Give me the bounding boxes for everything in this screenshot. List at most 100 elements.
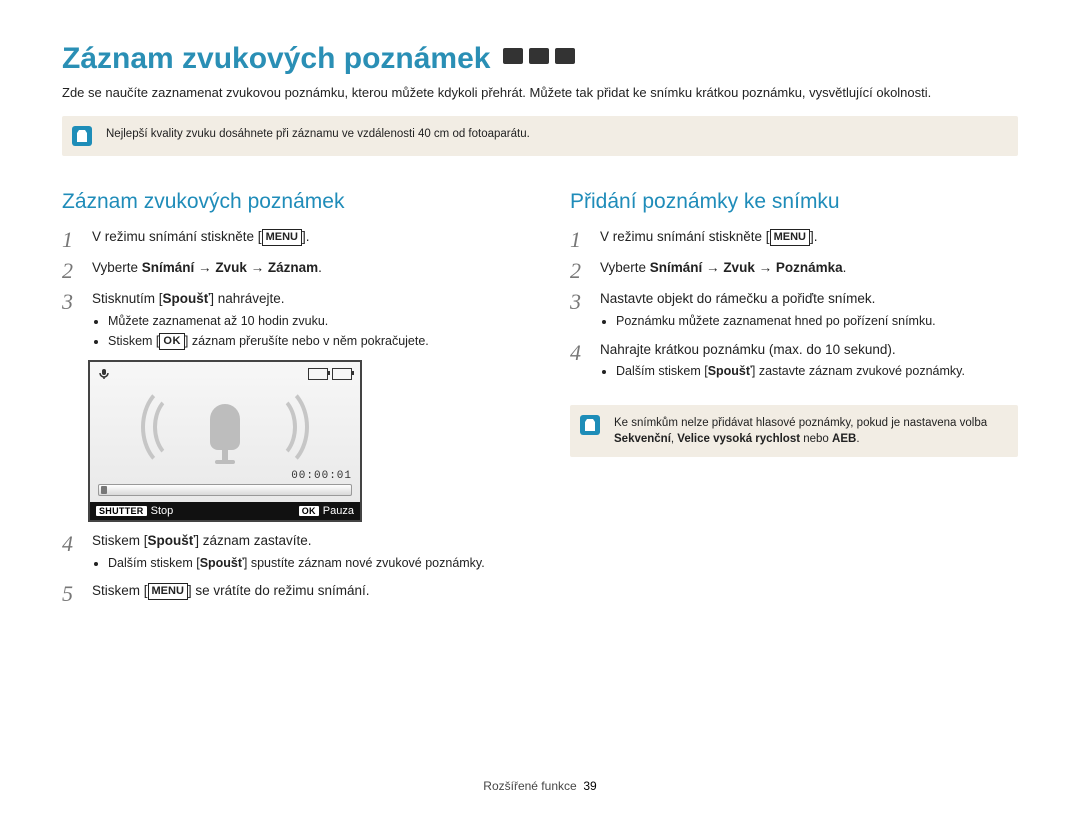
- pause-control: OK Pauza: [299, 505, 354, 517]
- mic-indicator-icon: [98, 368, 110, 380]
- bullet-list: Dalším stiskem [Spoušť] spustíte záznam …: [92, 555, 510, 573]
- left-step-3: 3 Stisknutím [Spoušť] nahrávejte. Můžete…: [62, 290, 510, 352]
- text: ] nahrávejte.: [210, 291, 284, 306]
- list-item: Dalším stiskem [Spoušť] spustíte záznam …: [108, 555, 510, 573]
- menu-path: Zvuk: [215, 260, 247, 275]
- right-step-4: 4 Nahrajte krátkou poznámku (max. do 10 …: [570, 341, 1018, 383]
- text: Dalším stiskem [: [108, 556, 200, 570]
- menu-path: Snímání: [142, 260, 195, 275]
- shutter-key-icon: SHUTTER: [96, 506, 147, 516]
- left-step-5: 5 Stiskem [MENU] se vrátíte do režimu sn…: [62, 582, 510, 605]
- progress-bar: [98, 484, 352, 496]
- top-note: Nejlepší kvality zvuku dosáhnete při záz…: [62, 116, 1018, 156]
- page-footer: Rozšířené funkce 39: [0, 779, 1080, 793]
- text: Dalším stiskem [: [616, 364, 708, 378]
- step-body: V režimu snímání stiskněte [MENU].: [600, 228, 1018, 251]
- text: ] se vrátíte do režimu snímání.: [188, 583, 370, 598]
- text: ] záznam zastavíte.: [195, 533, 311, 548]
- list-item: Můžete zaznamenat až 10 hodin zvuku.: [108, 313, 510, 331]
- text: Nahrajte krátkou poznámku (max. do 10 se…: [600, 342, 896, 357]
- right-step-2: 2 Vyberte Snímání → Zvuk → Poznámka.: [570, 259, 1018, 282]
- step-number: 3: [62, 290, 80, 352]
- recorder-screen: 00:00:01: [90, 362, 360, 502]
- list-item: Dalším stiskem [Spoušť] zastavte záznam …: [616, 363, 1018, 381]
- right-step-3: 3 Nastavte objekt do rámečku a pořiďte s…: [570, 290, 1018, 332]
- menu-button: MENU: [262, 229, 302, 246]
- menu-path: Poznámka: [776, 260, 843, 275]
- text: .: [856, 433, 859, 445]
- text: Stisknutím [: [92, 291, 163, 306]
- list-item: Poznámku můžete zaznamenat hned po poříz…: [616, 313, 1018, 331]
- step-number: 1: [62, 228, 80, 251]
- page-title: Záznam zvukových poznámek: [62, 42, 490, 76]
- progress-area: 00:00:01: [98, 470, 352, 496]
- text: V režimu snímání stiskněte [: [600, 229, 770, 244]
- text: Vyberte: [92, 260, 142, 275]
- step-number: 2: [62, 259, 80, 282]
- manual-page: Záznam zvukových poznámek Zde se naučíte…: [0, 0, 1080, 815]
- text: Stiskem [: [92, 533, 148, 548]
- dual-mode-icon: [529, 48, 549, 64]
- step-number: 5: [62, 582, 80, 605]
- microphone-graphic: [135, 387, 315, 467]
- step-number: 1: [570, 228, 588, 251]
- text: ].: [810, 229, 818, 244]
- step-number: 4: [570, 341, 588, 383]
- step-number: 2: [570, 259, 588, 282]
- recorder-bottom-bar: SHUTTER Stop OK Pauza: [90, 502, 360, 520]
- lead-paragraph: Zde se naučíte zaznamenat zvukovou pozná…: [62, 84, 1018, 102]
- right-heading: Přidání poznámky ke snímku: [570, 190, 1018, 214]
- step-body: Vyberte Snímání → Zvuk → Záznam.: [92, 259, 510, 282]
- stop-label: Stop: [151, 505, 174, 517]
- shutter-label: Spoušť: [708, 364, 752, 378]
- arrow: →: [702, 260, 723, 275]
- text: ] spustíte záznam nové zvukové poznámky.: [244, 556, 485, 570]
- left-step-4: 4 Stiskem [Spoušť] záznam zastavíte. Dal…: [62, 532, 510, 574]
- text: ] záznam přerušíte nebo v něm pokračujet…: [185, 334, 429, 348]
- battery-icon: [308, 368, 352, 380]
- menu-path: Snímání: [650, 260, 703, 275]
- step-body: Stisknutím [Spoušť] nahrávejte. Můžete z…: [92, 290, 510, 352]
- step-number: 3: [570, 290, 588, 332]
- right-column: Přidání poznámky ke snímku 1 V režimu sn…: [570, 190, 1018, 613]
- right-step-1: 1 V režimu snímání stiskněte [MENU].: [570, 228, 1018, 251]
- menu-button: MENU: [148, 583, 188, 600]
- step-body: V režimu snímání stiskněte [MENU].: [92, 228, 510, 251]
- bullet-list: Dalším stiskem [Spoušť] zastavte záznam …: [600, 363, 1018, 381]
- text: Vyberte: [600, 260, 650, 275]
- step-body: Stiskem [Spoušť] záznam zastavíte. Další…: [92, 532, 510, 574]
- top-note-text: Nejlepší kvality zvuku dosáhnete při záz…: [106, 126, 530, 142]
- text: V režimu snímání stiskněte [: [92, 229, 262, 244]
- option-name: Velice vysoká rychlost: [677, 433, 800, 445]
- menu-button: MENU: [770, 229, 810, 246]
- text: Nastavte objekt do rámečku a pořiďte sní…: [600, 291, 875, 306]
- list-item: Stiskem [OK] záznam přerušíte nebo v něm…: [108, 333, 510, 351]
- ok-button: OK: [159, 333, 185, 350]
- right-note-text: Ke snímkům nelze přidávat hlasové poznám…: [614, 415, 1004, 447]
- sound-wave-icon: [153, 393, 203, 461]
- option-name: AEB: [832, 433, 856, 445]
- bullet-list: Poznámku můžete zaznamenat hned po poříz…: [600, 313, 1018, 331]
- stop-control: SHUTTER Stop: [96, 505, 173, 517]
- step-number: 4: [62, 532, 80, 574]
- recorder-illustration: 00:00:01 SHUTTER Stop OK Pauza: [88, 360, 362, 522]
- mode-icons: [503, 48, 575, 64]
- left-step-2: 2 Vyberte Snímání → Zvuk → Záznam.: [62, 259, 510, 282]
- right-note: Ke snímkům nelze přidávat hlasové poznám…: [570, 405, 1018, 457]
- text: Ke snímkům nelze přidávat hlasové poznám…: [614, 417, 987, 429]
- left-column: Záznam zvukových poznámek 1 V režimu sní…: [62, 190, 510, 613]
- recording-time: 00:00:01: [291, 470, 352, 482]
- shutter-label: Spoušť: [163, 291, 211, 306]
- note-icon: [72, 126, 92, 146]
- scene-mode-icon: [555, 48, 575, 64]
- bullet-list: Můžete zaznamenat až 10 hodin zvuku. Sti…: [92, 313, 510, 350]
- step-body: Stiskem [MENU] se vrátíte do režimu sním…: [92, 582, 510, 605]
- text: Stiskem [: [108, 334, 159, 348]
- text: ] zastavte záznam zvukové poznámky.: [752, 364, 965, 378]
- left-step-1: 1 V režimu snímání stiskněte [MENU].: [62, 228, 510, 251]
- page-title-row: Záznam zvukových poznámek: [62, 42, 1018, 80]
- sound-wave-icon: [241, 383, 309, 471]
- arrow: →: [194, 260, 215, 275]
- footer-section: Rozšířené funkce: [483, 779, 576, 793]
- page-number: 39: [583, 779, 596, 793]
